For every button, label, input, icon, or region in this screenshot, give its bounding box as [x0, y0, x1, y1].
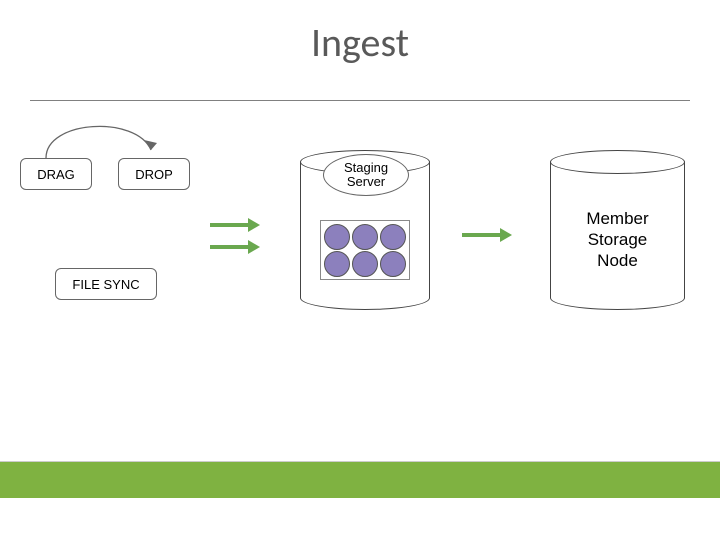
arrow-icon — [462, 228, 512, 242]
item-dot-icon — [352, 251, 378, 277]
item-dot-icon — [324, 224, 350, 250]
member-storage-label: Member Storage Node — [550, 208, 685, 271]
filesync-box: FILE SYNC — [55, 268, 157, 300]
arrow-icon — [210, 218, 260, 232]
staging-server-cylinder: Staging Server — [300, 150, 430, 310]
member-storage-cylinder: Member Storage Node — [550, 150, 685, 310]
drop-box: DROP — [118, 158, 190, 190]
staging-label-line2: Server — [347, 175, 385, 189]
curved-arrow-icon — [26, 110, 166, 160]
staging-items-grid — [320, 220, 410, 280]
item-dot-icon — [352, 224, 378, 250]
slide-title: Ingest — [0, 18, 720, 67]
staging-server-label: Staging Server — [323, 154, 409, 196]
staging-label-line1: Staging — [344, 161, 388, 175]
item-dot-icon — [380, 224, 406, 250]
member-label-line1: Member — [550, 208, 685, 229]
item-dot-icon — [324, 251, 350, 277]
member-label-line2: Storage — [550, 229, 685, 250]
footer-bar — [0, 462, 720, 498]
member-label-line3: Node — [550, 250, 685, 271]
arrow-icon — [210, 240, 260, 254]
drag-box: DRAG — [20, 158, 92, 190]
divider — [30, 100, 690, 101]
item-dot-icon — [380, 251, 406, 277]
